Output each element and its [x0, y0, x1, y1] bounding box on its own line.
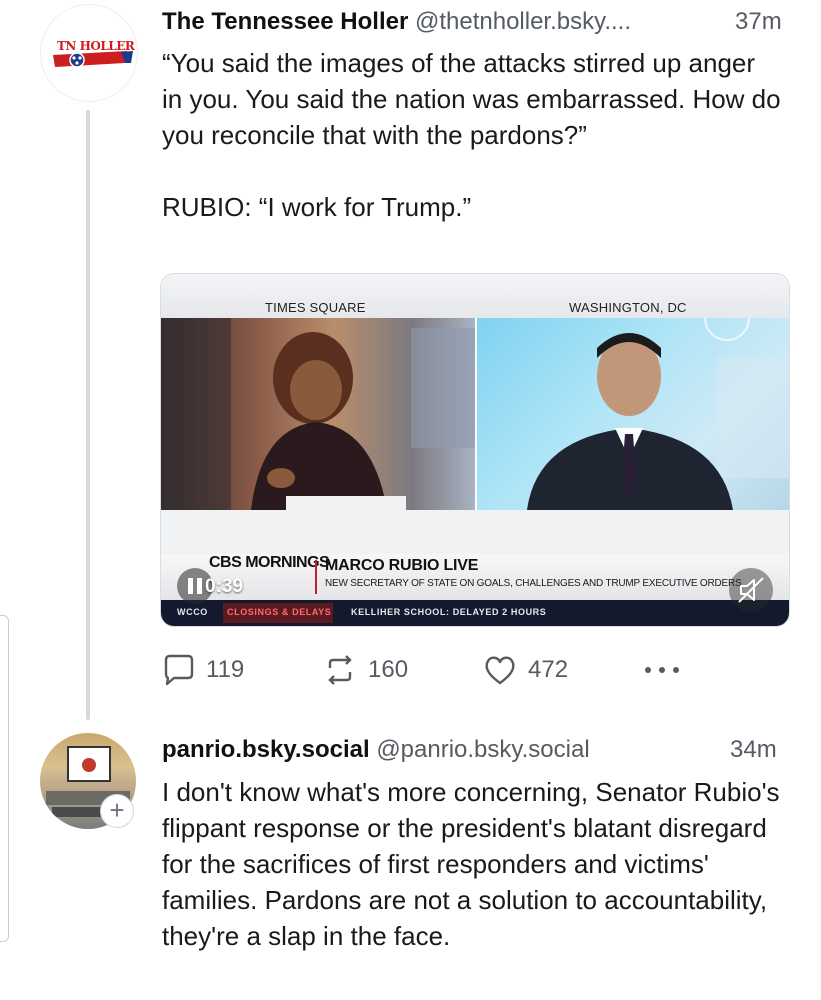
post-timestamp[interactable]: 37m	[735, 6, 782, 38]
ticker-station: WCCO	[177, 607, 208, 617]
plus-icon: +	[109, 795, 125, 825]
like-button[interactable]: 472	[482, 650, 568, 690]
tennessee-flag-logo-icon	[53, 51, 133, 68]
reply-count: 119	[206, 656, 245, 683]
anchor-figure-image	[161, 318, 475, 510]
video-player[interactable]: TIMES SQUARE WASHINGTON, DC CBS MORNINGS…	[160, 273, 790, 627]
reply-icon	[164, 654, 194, 686]
video-location-right: WASHINGTON, DC	[569, 300, 687, 315]
repost-count: 160	[368, 656, 409, 683]
repost-icon	[328, 655, 352, 685]
video-location-bar	[161, 274, 789, 318]
author-name[interactable]: panrio.bsky.social	[162, 736, 370, 763]
author-handle[interactable]: @thetnholler.bsky....	[415, 8, 631, 35]
video-headline-subtitle: NEW SECRETARY OF STATE ON GOALS, CHALLEN…	[325, 578, 742, 589]
reply-post-header: panrio.bsky.social @panrio.bsky.social	[162, 734, 590, 766]
reply-button[interactable]: 119	[160, 650, 244, 690]
thread-connector-line	[86, 110, 90, 720]
guest-figure-image	[527, 318, 789, 510]
post-timestamp[interactable]: 34m	[730, 734, 777, 766]
left-edge-frame	[0, 615, 9, 942]
post-paragraph: “You said the images of the attacks stir…	[162, 48, 781, 150]
avatar-tennessee-holler[interactable]: TN HOLLER	[40, 4, 138, 102]
video-elapsed-time: 0:39	[205, 576, 244, 597]
more-options-button[interactable]	[642, 650, 686, 690]
headline-separator	[315, 560, 317, 594]
video-lower-third-bg	[161, 510, 789, 554]
feed-thread: TN HOLLER The Tennessee Holler @thetnhol…	[0, 0, 821, 1000]
muted-speaker-icon	[738, 577, 764, 603]
repost-button[interactable]: 160	[322, 650, 408, 690]
video-guest-panel	[477, 318, 789, 510]
reply-post-body: I don't know what's more concerning, Sen…	[162, 777, 780, 951]
ellipsis-icon	[645, 667, 679, 673]
post-actions: 119 160 472	[160, 650, 720, 690]
follow-plus-button[interactable]: +	[100, 794, 134, 828]
video-anchor-panel	[161, 318, 475, 510]
post-body: “You said the images of the attacks stir…	[162, 45, 782, 225]
pause-icon-bar	[197, 578, 202, 594]
unmute-button[interactable]	[729, 568, 773, 612]
heart-icon	[485, 656, 515, 685]
post-header: The Tennessee Holler @thetnholler.bsky..…	[162, 6, 792, 38]
author-handle[interactable]: @panrio.bsky.social	[376, 736, 589, 763]
ticker-text: KELLIHER SCHOOL: DELAYED 2 HOURS	[351, 607, 547, 617]
like-count: 472	[528, 656, 569, 683]
video-location-left: TIMES SQUARE	[265, 300, 366, 315]
video-headline-title: MARCO RUBIO LIVE	[325, 557, 479, 574]
pause-icon	[188, 578, 193, 594]
network-logo: CBS MORNINGS	[209, 554, 330, 571]
ticker-section: CLOSINGS & DELAYS	[227, 607, 332, 617]
video-ticker: WCCO CLOSINGS & DELAYS KELLIHER SCHOOL: …	[161, 600, 789, 626]
post-paragraph: RUBIO: “I work for Trump.”	[162, 192, 472, 222]
author-name[interactable]: The Tennessee Holler	[162, 8, 408, 35]
